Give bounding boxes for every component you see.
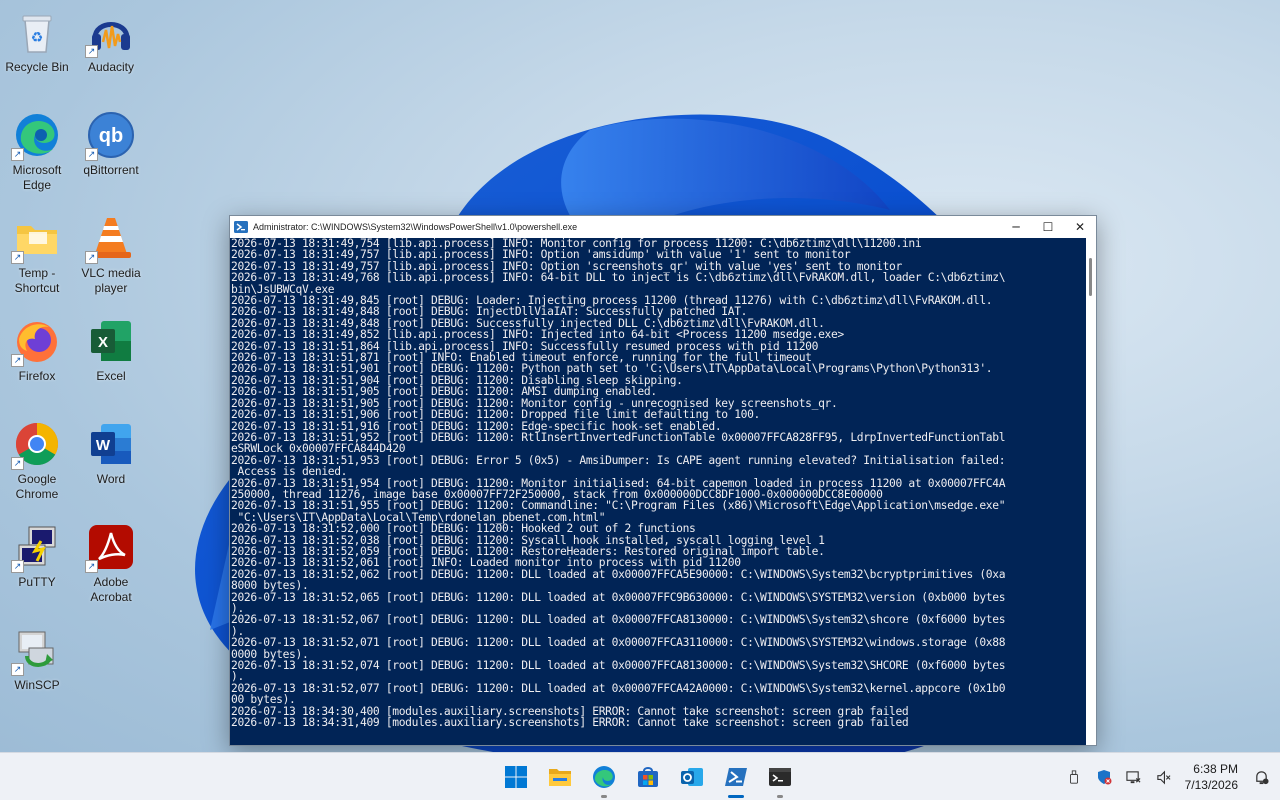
file-explorer-icon <box>549 769 571 786</box>
volume-muted-icon[interactable] <box>1153 766 1175 788</box>
desktop-icon-label: VLC media player <box>81 266 141 295</box>
desktop-icon-microsoft-edge[interactable]: ↗ Microsoft Edge <box>0 111 74 193</box>
taskbar-powershell[interactable] <box>714 759 758 798</box>
desktop-icon-firefox[interactable]: ↗ Firefox <box>0 317 74 384</box>
store-icon <box>638 767 658 787</box>
taskbar-clock[interactable]: 6:38 PM 7/13/2026 <box>1185 761 1238 793</box>
usb-device-icon[interactable] <box>1063 766 1085 788</box>
shortcut-arrow-icon: ↗ <box>11 560 24 573</box>
powershell-icon <box>234 221 248 233</box>
shortcut-arrow-icon: ↗ <box>11 354 24 367</box>
shortcut-arrow-icon: ↗ <box>11 251 24 264</box>
taskbar-apps <box>494 759 802 798</box>
desktop-icon-putty[interactable]: ↗ PuTTY <box>0 523 74 590</box>
close-button[interactable]: ✕ <box>1064 216 1096 238</box>
maximize-button[interactable]: ☐ <box>1032 216 1064 238</box>
desktop-icon-google-chrome[interactable]: ↗ Google Chrome <box>0 420 74 502</box>
desktop-icon-label: Adobe Acrobat <box>90 575 132 604</box>
desktop-icon-label: Word <box>96 472 126 486</box>
shortcut-arrow-icon: ↗ <box>85 148 98 161</box>
taskbar-edge[interactable] <box>582 759 626 798</box>
excel-icon: X <box>91 321 131 361</box>
shortcut-arrow-icon: ↗ <box>11 457 24 470</box>
notification-icon[interactable] <box>1250 766 1272 788</box>
desktop-icon-label: Excel <box>96 369 126 383</box>
console-scrollbar[interactable] <box>1086 238 1096 745</box>
desktop-icon-label: Microsoft Edge <box>12 163 62 192</box>
svg-text:♻: ♻ <box>31 29 44 45</box>
taskbar-file-explorer[interactable] <box>538 759 582 795</box>
desktop-icon-label: WinSCP <box>14 678 60 692</box>
scrollbar-thumb[interactable] <box>1089 258 1092 296</box>
terminal-icon <box>769 768 791 786</box>
console-output-area[interactable]: 2026-07-13 18:31:49,754 [lib.api.process… <box>230 238 1086 745</box>
desktop-icon-label: qBittorrent <box>83 163 139 177</box>
powershell-window[interactable]: Administrator: C:\WINDOWS\System32\Windo… <box>229 215 1097 746</box>
clock-date: 7/13/2026 <box>1184 778 1238 792</box>
desktop-icon-audacity[interactable]: ↗ Audacity <box>74 8 148 75</box>
taskbar: 6:38 PM 7/13/2026 <box>0 752 1280 800</box>
svg-text:qb: qb <box>99 125 123 147</box>
outlook-icon <box>681 768 703 786</box>
window-title: Administrator: C:\WINDOWS\System32\Windo… <box>253 222 578 232</box>
desktop-icon-temp-shortcut[interactable]: ↗ Temp - Shortcut <box>0 214 74 296</box>
desktop-icon-label: Audacity <box>87 60 135 74</box>
console-output-text: 2026-07-13 18:31:49,754 [lib.api.process… <box>231 238 1006 730</box>
shortcut-arrow-icon: ↗ <box>85 45 98 58</box>
clock-time: 6:38 PM <box>1193 762 1238 776</box>
desktop-icon-winscp[interactable]: ↗ WinSCP <box>0 626 74 693</box>
desktop-icon-excel[interactable]: X Excel <box>74 317 148 384</box>
desktop-icon-label: Google Chrome <box>15 472 59 501</box>
desktop-icon-vlc[interactable]: ↗ VLC media player <box>74 214 148 296</box>
desktop-icon-label: Recycle Bin <box>5 60 69 74</box>
shortcut-arrow-icon: ↗ <box>11 663 24 676</box>
desktop-icon-label: PuTTY <box>18 575 56 589</box>
desktop-icon-recycle-bin[interactable]: ♻ Recycle Bin <box>0 8 74 75</box>
word-icon: W <box>91 424 131 464</box>
svg-text:X: X <box>98 334 108 351</box>
svg-text:W: W <box>96 437 111 454</box>
taskbar-outlook[interactable] <box>670 759 714 795</box>
taskbar-store[interactable] <box>626 759 670 795</box>
network-icon[interactable] <box>1123 766 1145 788</box>
system-tray: 6:38 PM 7/13/2026 <box>1059 753 1280 800</box>
desktop-icon-label: Firefox <box>18 369 56 383</box>
desktop-icon-qbittorrent[interactable]: qb ↗ qBittorrent <box>74 111 148 178</box>
security-shield-icon[interactable] <box>1093 766 1115 788</box>
shortcut-arrow-icon: ↗ <box>11 148 24 161</box>
powershell-icon <box>725 768 747 786</box>
shortcut-arrow-icon: ↗ <box>85 560 98 573</box>
recycle-bin-icon: ♻ <box>22 15 52 53</box>
desktop-icon-label: Temp - Shortcut <box>14 266 60 295</box>
taskbar-start-button[interactable] <box>494 759 538 795</box>
desktop: ♻ Recycle Bin ↗ Audacity ↗ Microsoft Edg… <box>0 0 1280 752</box>
minimize-button[interactable]: ─ <box>1000 216 1032 238</box>
shortcut-arrow-icon: ↗ <box>85 251 98 264</box>
edge-icon <box>593 766 615 788</box>
window-titlebar[interactable]: Administrator: C:\WINDOWS\System32\Windo… <box>230 216 1096 238</box>
start-icon <box>505 766 527 788</box>
taskbar-terminal[interactable] <box>758 759 802 798</box>
desktop-icon-adobe-acrobat[interactable]: ↗ Adobe Acrobat <box>74 523 148 605</box>
desktop-icon-word[interactable]: W Word <box>74 420 148 487</box>
